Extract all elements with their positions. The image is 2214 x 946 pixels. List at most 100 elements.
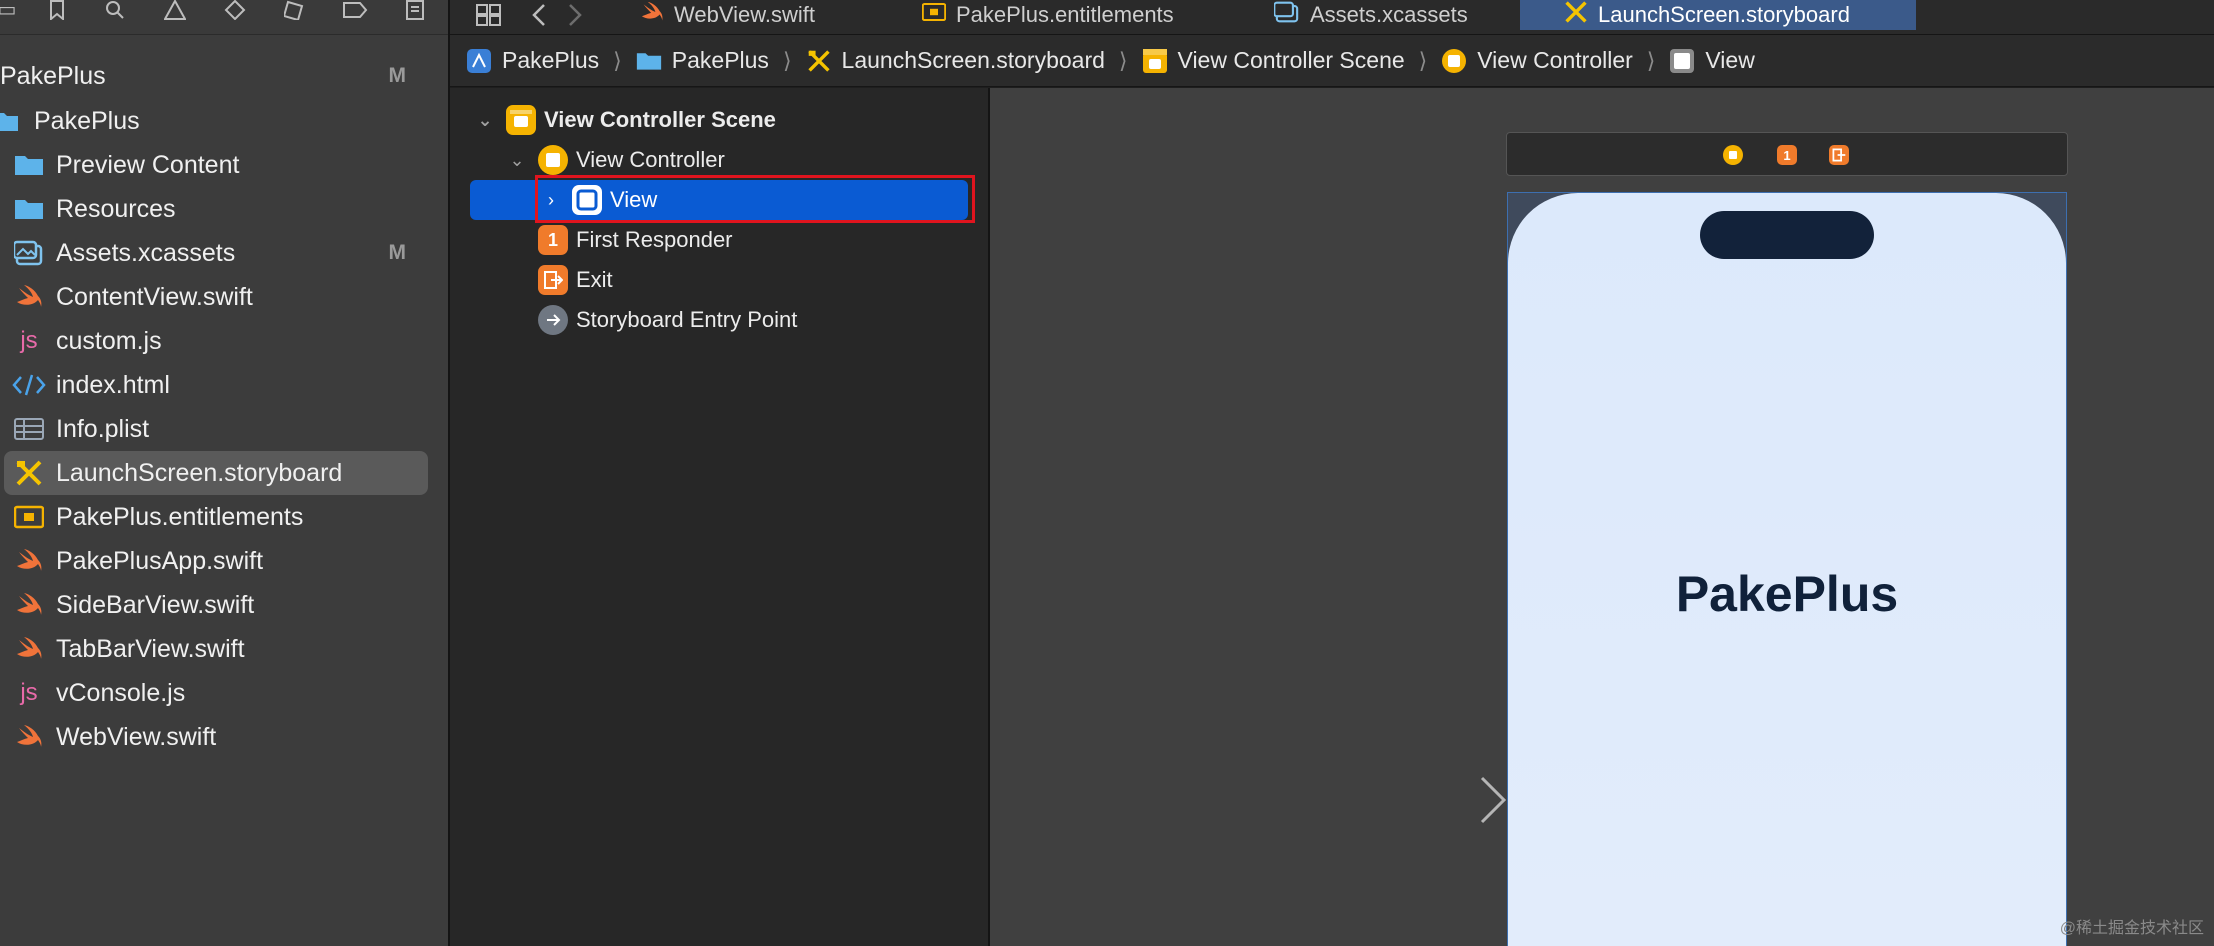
- breadcrumb-label: View Controller: [1477, 47, 1633, 73]
- modified-badge: M: [388, 241, 407, 264]
- js-icon: js: [20, 679, 38, 706]
- storyboard-icon: [1564, 0, 1588, 30]
- sidebar-item-assets[interactable]: Assets.xcassets M: [0, 231, 430, 275]
- outline-row-entry-point[interactable]: Storyboard Entry Point: [538, 300, 797, 340]
- navigator-toolbar: ▭: [0, 0, 448, 35]
- scene-icon: [1142, 48, 1168, 74]
- folder-icon: [12, 192, 46, 226]
- outline-row-exit[interactable]: Exit: [538, 260, 613, 300]
- editor-tab-bar: WebView.swift PakePlus.entitlements Asse…: [450, 0, 2214, 35]
- breadcrumb-item-storyboard[interactable]: LaunchScreen.storyboard: [806, 47, 1105, 74]
- back-icon[interactable]: [530, 0, 548, 30]
- chevron-down-icon[interactable]: ⌄: [506, 150, 528, 171]
- outline-label: Exit: [576, 267, 613, 292]
- view-controller-icon: [1441, 48, 1467, 74]
- entitlements-icon: [12, 500, 46, 534]
- grid-icon[interactable]: [476, 0, 502, 30]
- sidebar-item-label: Preview Content: [56, 150, 240, 179]
- chevron-right-icon: ⟩: [782, 47, 792, 73]
- tab-webview-swift[interactable]: WebView.swift: [640, 0, 890, 30]
- breadcrumb-item-project[interactable]: PakePlus: [466, 47, 599, 74]
- bookmark-icon[interactable]: [44, 0, 70, 22]
- sidebar-item-custom-js[interactable]: js custom.js: [0, 319, 430, 363]
- tab-pakeplus-entitlements[interactable]: PakePlus.entitlements: [921, 0, 1222, 30]
- sidebar-item-sidebarview-swift[interactable]: SideBarView.swift: [0, 583, 430, 627]
- sidebar-item-pakeplus-entitlements[interactable]: PakePlus.entitlements: [0, 495, 430, 539]
- report-icon[interactable]: [402, 0, 428, 20]
- arrow-right-icon: [538, 305, 568, 335]
- sidebar-item-label: Resources: [56, 194, 176, 223]
- sidebar-item-label: custom.js: [56, 326, 162, 355]
- sidebar-item-pakeplusapp-swift[interactable]: PakePlusApp.swift: [0, 539, 430, 583]
- modified-badge: M: [388, 64, 407, 87]
- app-title-label[interactable]: PakePlus: [1508, 565, 2066, 623]
- sidebar-item-launchscreen-storyboard[interactable]: LaunchScreen.storyboard: [4, 451, 428, 495]
- sidebar-item-label: Info.plist: [56, 414, 150, 443]
- sidebar-item-label: vConsole.js: [56, 678, 186, 707]
- view-controller-icon[interactable]: [1723, 145, 1743, 165]
- assets-icon: [1273, 1, 1300, 29]
- exit-icon: [538, 265, 568, 295]
- outline-row-view-controller[interactable]: ⌄ View Controller: [506, 140, 725, 180]
- test-icon[interactable]: [222, 0, 248, 21]
- sidebar-item-label: ContentView.swift: [56, 282, 253, 311]
- sidebar-item-index-html[interactable]: index.html: [0, 363, 430, 407]
- chevron-right-icon: ⟩: [1118, 47, 1128, 73]
- tab-label: PakePlus.entitlements: [956, 2, 1174, 27]
- warning-icon[interactable]: [162, 0, 188, 20]
- sidebar-item-label: PakePlus: [0, 61, 106, 90]
- tab-label: LaunchScreen.storyboard: [1598, 2, 1850, 27]
- entitlements-icon: [921, 2, 947, 28]
- breadcrumb-item-scene[interactable]: View Controller Scene: [1142, 47, 1405, 74]
- outline-row-first-responder[interactable]: 1 First Responder: [538, 220, 733, 260]
- sidebar-item-label: PakePlus: [34, 106, 140, 135]
- sidebar-item-webview-swift[interactable]: WebView.swift: [0, 715, 430, 759]
- chevron-down-icon[interactable]: ⌄: [474, 110, 496, 131]
- sidebar-item-vconsole-js[interactable]: js vConsole.js: [0, 671, 430, 715]
- sidebar-item-label: TabBarView.swift: [56, 634, 245, 663]
- tab-assets-xcassets[interactable]: Assets.xcassets: [1273, 0, 1534, 30]
- tab-launchscreen-storyboard[interactable]: LaunchScreen.storyboard: [1520, 0, 1916, 30]
- watermark: @稀土掘金技术社区: [2059, 920, 2204, 937]
- sidebar-item-pakeplus[interactable]: PakePlus: [0, 99, 430, 143]
- sidebar-item-info-plist[interactable]: Info.plist: [0, 407, 430, 451]
- exit-icon[interactable]: [1829, 145, 1849, 165]
- highlight-annotation: [535, 175, 975, 223]
- html-icon: [12, 368, 46, 402]
- sidebar-item-contentview-swift[interactable]: ContentView.swift: [0, 275, 430, 319]
- scene-dock[interactable]: 1: [1506, 132, 2068, 176]
- sidebar-item-resources[interactable]: Resources: [0, 187, 430, 231]
- view-icon: [1669, 48, 1695, 74]
- sidebar-item-label: PakePlus.entitlements: [56, 502, 304, 531]
- breakpoint-icon[interactable]: [342, 0, 368, 20]
- first-responder-icon[interactable]: 1: [1777, 145, 1797, 165]
- sidebar-item-pakeplus-root[interactable]: PakePlus M: [0, 54, 430, 98]
- forward-icon[interactable]: [566, 0, 584, 30]
- debug-icon[interactable]: [282, 0, 308, 22]
- search-icon[interactable]: [102, 0, 128, 20]
- project-icon: [466, 48, 492, 74]
- plist-icon: [12, 412, 46, 446]
- swift-icon: [12, 720, 46, 754]
- sidebar-item-label: SideBarView.swift: [56, 590, 255, 619]
- folder-navigator-icon[interactable]: ▭: [0, 0, 20, 20]
- chevron-right-icon: ⟩: [1646, 47, 1656, 73]
- breadcrumb-item-view-controller[interactable]: View Controller: [1441, 47, 1633, 74]
- breadcrumb-label: View Controller Scene: [1177, 47, 1405, 73]
- breadcrumb-item-view[interactable]: View: [1669, 47, 1755, 74]
- entry-point-arrow[interactable]: [1360, 772, 1510, 828]
- outline-row-scene[interactable]: ⌄ View Controller Scene: [474, 100, 776, 140]
- sidebar-item-label: index.html: [56, 370, 170, 399]
- view-controller-icon: [538, 145, 568, 175]
- breadcrumb-label: PakePlus: [502, 47, 600, 73]
- breadcrumb-label: PakePlus: [671, 47, 769, 73]
- breadcrumb-item-folder[interactable]: PakePlus: [636, 47, 769, 74]
- sidebar-item-preview-content[interactable]: Preview Content: [0, 143, 430, 187]
- sidebar-item-tabbarview-swift[interactable]: TabBarView.swift: [0, 627, 430, 671]
- sidebar-item-label: WebView.swift: [56, 722, 217, 751]
- folder-icon: [636, 48, 662, 74]
- outline-label: View Controller Scene: [544, 107, 776, 132]
- swift-icon: [12, 280, 46, 314]
- swift-icon: [12, 544, 46, 578]
- storyboard-icon: [12, 456, 46, 490]
